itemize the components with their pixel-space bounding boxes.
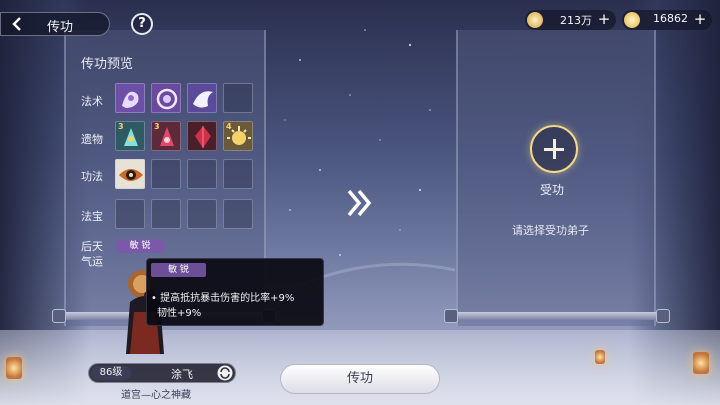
tooltip-line: 韧性+9% <box>157 308 202 319</box>
trait-tooltip: 敏 锐 • 提高抵抗暴击伤害的比率+9% 韧性+9% <box>146 258 324 326</box>
relic-golden-sun-icon[interactable]: 4 <box>223 121 253 151</box>
fortune-trait-tag[interactable]: 敏 锐 <box>115 239 165 253</box>
empty-technique-slot[interactable] <box>187 159 217 189</box>
coin-resource: 213万 + <box>525 10 616 30</box>
character-title: 道宫—心之神藏 <box>121 390 191 401</box>
fortune-label-line2: 气运 <box>81 255 103 268</box>
relics-label: 遗物 <box>81 133 103 146</box>
empty-treasure-slot[interactable] <box>223 199 253 229</box>
receiver-hint: 请选择受功弟子 <box>512 224 589 237</box>
empty-technique-slot[interactable] <box>223 159 253 189</box>
techniques-label: 功法 <box>81 170 103 183</box>
treasures-label: 法宝 <box>81 210 103 223</box>
gourd-value: 16862 <box>653 12 688 25</box>
character-name: 涂飞 <box>171 368 193 381</box>
character-info-pill: 86级 涂飞 <box>88 363 236 383</box>
back-button[interactable]: 传功 <box>0 12 110 36</box>
coin-value: 213万 <box>560 14 592 27</box>
tooltip-line: • 提高抵抗暴击伤害的比率+9% <box>151 293 295 304</box>
lantern-icon <box>6 357 22 379</box>
vortex-spell-icon[interactable] <box>151 83 181 113</box>
empty-technique-slot[interactable] <box>151 159 181 189</box>
add-gourd-button[interactable]: + <box>692 11 708 27</box>
coin-icon <box>527 12 543 28</box>
tooltip-tag: 敏 锐 <box>151 263 206 277</box>
add-coin-button[interactable]: + <box>596 11 612 27</box>
level-badge: 86级 <box>91 366 131 380</box>
relic-sword-crimson-icon[interactable]: 3 <box>151 121 181 151</box>
gourd-resource: 16862 + <box>622 10 712 30</box>
relic-level: 3 <box>118 122 124 131</box>
chevron-left-icon <box>12 17 21 31</box>
relic-level: 4 <box>226 122 232 131</box>
fortune-label-line1: 后天 <box>81 240 103 253</box>
empty-spell-slot[interactable] <box>223 83 253 113</box>
double-chevron-right-icon <box>347 189 372 217</box>
add-receiver-button[interactable] <box>530 125 578 173</box>
receiver-scroll-panel <box>456 30 656 326</box>
relic-sword-teal-icon[interactable]: 3 <box>115 121 145 151</box>
help-button[interactable]: ? <box>131 13 153 35</box>
relic-red-crystal-icon[interactable] <box>187 121 217 151</box>
spells-label: 法术 <box>81 95 103 108</box>
receiver-label: 受功 <box>540 183 565 197</box>
swap-character-icon[interactable] <box>217 365 233 381</box>
crane-spell-icon[interactable] <box>187 83 217 113</box>
transfer-button[interactable]: 传功 <box>280 364 440 394</box>
spirit-hand-spell-icon[interactable] <box>115 83 145 113</box>
preview-title: 传功预览 <box>81 57 134 72</box>
eye-technique-icon[interactable] <box>115 159 145 189</box>
relic-level: 3 <box>154 122 160 131</box>
page-title: 传功 <box>47 20 74 35</box>
gourd-icon <box>624 12 640 28</box>
empty-treasure-slot[interactable] <box>187 199 217 229</box>
empty-treasure-slot[interactable] <box>151 199 181 229</box>
lantern-icon <box>595 350 605 364</box>
empty-treasure-slot[interactable] <box>115 199 145 229</box>
lantern-icon <box>693 352 709 374</box>
scroll-rod <box>444 309 670 323</box>
game-screen: 传功 ? 213万 + 16862 + 传功预览 法术 遗物 功法 法宝 后天 … <box>0 0 720 405</box>
